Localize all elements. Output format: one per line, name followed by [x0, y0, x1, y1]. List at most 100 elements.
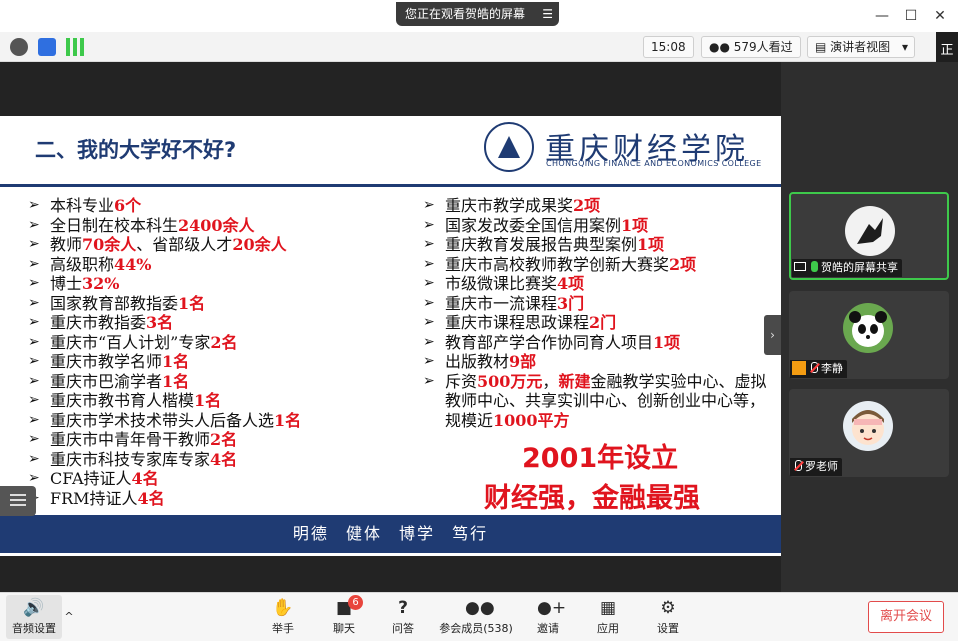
list-item: ➢ 教师70余人、省部级人才20余人: [28, 235, 423, 255]
menu-icon[interactable]: ☰: [542, 2, 553, 26]
bullet-arrow-icon: ➢: [423, 275, 435, 291]
share-notice[interactable]: 您正在观看贺皓的屏幕 ☰: [396, 2, 559, 26]
participant-tile[interactable]: 贺皓的屏幕共享: [789, 192, 949, 280]
item-text: 重庆市学术技术带头人后备人选: [50, 410, 275, 430]
participant-tile[interactable]: 罗老师: [789, 389, 949, 477]
participant-tile[interactable]: 李静: [789, 291, 949, 379]
title-divider: [0, 184, 781, 187]
bullet-arrow-icon: ➢: [28, 197, 40, 213]
participant-label: 李静: [790, 360, 847, 378]
raise-hand-label: 举手: [272, 622, 294, 635]
signal-icon[interactable]: [66, 38, 84, 56]
speaker-icon: 🔊: [23, 598, 45, 618]
qa-button[interactable]: ? 问答: [371, 593, 435, 641]
college-motto: 明德 健体 博学 笃行: [292, 524, 489, 543]
participant-name: 罗老师: [805, 460, 838, 473]
invest-amount: 500万元: [477, 371, 543, 391]
floating-menu-button[interactable]: [0, 486, 36, 516]
item-text: 教师: [50, 235, 83, 254]
panda-avatar-image: [849, 311, 887, 347]
raise-hand-button[interactable]: ✋ 举手: [251, 593, 315, 641]
bullet-arrow-icon: ➢: [28, 275, 40, 291]
settings-button[interactable]: ⚙ 设置: [636, 593, 700, 641]
chat-unread-badge: 6: [348, 595, 363, 610]
invite-label: 邀请: [537, 622, 559, 635]
bullet-arrow-icon: ➢: [28, 450, 40, 467]
viewers-icon: ●●: [709, 40, 734, 54]
item-text: 国家发改委全国信用案例: [445, 215, 622, 235]
right-bullet-list: ➢ 重庆市教学成果奖2项 ➢ 国家发改委全国信用案例1项 ➢ 重庆教育发展报告典型案例1项…: [423, 196, 778, 430]
item-highlight: 1名: [162, 371, 190, 391]
item-text: 重庆市教学成果奖: [445, 196, 574, 215]
list-item: ➢ 重庆市教指委3名: [28, 313, 423, 333]
item-text: 重庆教育发展报告典型案例: [445, 235, 638, 254]
leave-meeting-button[interactable]: 离开会议: [868, 601, 944, 633]
item-text: 重庆市高校教师教学创新大赛奖: [445, 254, 670, 274]
bullet-arrow-icon: ➢: [423, 216, 435, 233]
bullet-arrow-icon: ➢: [28, 314, 40, 330]
item-highlight: 1项: [637, 235, 665, 254]
participants-button[interactable]: ●● 参会成员(538): [436, 593, 516, 641]
audio-settings-label: 音频设置: [12, 622, 56, 635]
shield-icon[interactable]: [38, 38, 56, 56]
invite-button[interactable]: ●+ 邀请: [516, 593, 580, 641]
chat-button[interactable]: ■ 6 聊天: [312, 593, 376, 641]
slide-footer: 明德 健体 博学 笃行: [0, 515, 781, 553]
list-item: ➢ 出版教材9部: [423, 352, 778, 372]
maximize-icon[interactable]: ☐: [901, 6, 921, 26]
view-mode-select[interactable]: ▤ 演讲者视图 ▾: [807, 36, 915, 58]
apps-button[interactable]: ▦ 应用: [576, 593, 640, 641]
info-icon[interactable]: [10, 38, 28, 56]
qa-label: 问答: [392, 622, 414, 635]
item-text: 重庆市教学名师: [50, 352, 163, 371]
sidebar-toggle[interactable]: ›: [764, 315, 781, 355]
apps-label: 应用: [597, 622, 619, 635]
list-item: ➢ 博士32%: [28, 274, 423, 294]
avatar: [843, 401, 893, 451]
chat-label: 聊天: [333, 622, 355, 635]
item-highlight: 4名: [210, 449, 238, 469]
list-item: ➢ 重庆市科技专家库专家4名: [28, 450, 423, 470]
bullet-arrow-icon: ➢: [28, 294, 40, 311]
item-text: 重庆市科技专家库专家: [50, 449, 211, 469]
bullet-arrow-icon: ➢: [423, 294, 435, 311]
list-item: ➢ 市级微课比赛奖4项: [423, 274, 778, 294]
list-item: ➢ 重庆市中青年骨干教师2名: [28, 430, 423, 450]
list-item: ➢ 重庆市教书育人楷模1名: [28, 391, 423, 411]
minimize-icon[interactable]: —: [872, 6, 892, 26]
item-text: 重庆市教书育人楷模: [50, 391, 195, 410]
avatar: [843, 303, 893, 353]
view-mode-icon: ▤: [815, 40, 831, 54]
close-icon[interactable]: ✕: [930, 6, 950, 26]
bullet-arrow-icon: ➢: [28, 236, 40, 252]
list-item: ➢ 全日制在校本科生2400余人: [28, 216, 423, 236]
chevron-up-icon: ^: [64, 610, 74, 623]
bullet-arrow-icon: ➢: [28, 255, 40, 272]
viewer-count[interactable]: ●● 579人看过: [701, 36, 801, 58]
item-highlight: 1名: [274, 410, 302, 430]
audio-settings-button[interactable]: 🔊 音频设置: [6, 595, 62, 639]
participants-label: 参会成员(538): [439, 622, 513, 635]
bullet-arrow-icon: ➢: [423, 197, 435, 213]
item-highlight: 1项: [621, 215, 649, 235]
item-highlight: 3门: [557, 293, 585, 313]
mic-muted-icon: [795, 460, 802, 471]
bullet-arrow-icon: ➢: [28, 216, 40, 233]
settings-label: 设置: [657, 622, 679, 635]
item-text: 出版教材: [445, 352, 510, 371]
item-highlight: 2名: [210, 430, 238, 449]
item-text: 重庆市“百人计划”专家: [50, 332, 211, 352]
item-text: 全日制在校本科生: [50, 215, 179, 235]
item-highlight: 70余人: [82, 235, 137, 254]
item-highlight: 1名: [178, 293, 206, 313]
meeting-toolbar: 15:08 ●● 579人看过 ▤ 演讲者视图 ▾: [0, 32, 958, 62]
list-item: ➢ CFA持证人4名: [28, 469, 423, 489]
invest-text-c: ，: [542, 371, 559, 391]
item-text: FRM持证人: [50, 488, 138, 508]
audio-options-expand[interactable]: ^: [58, 593, 76, 641]
meeting-controls: 🔊 音频设置 ^ ✋ 举手 ■ 6 聊天 ? 问答 ●● 参会成员(538) ●…: [0, 592, 958, 641]
participant-label: 贺皓的屏幕共享: [792, 259, 902, 277]
bullet-arrow-icon: ➢: [423, 255, 435, 272]
slide-title: 二、我的大学好不好?: [35, 138, 237, 162]
invest-new: 新建: [558, 371, 591, 391]
